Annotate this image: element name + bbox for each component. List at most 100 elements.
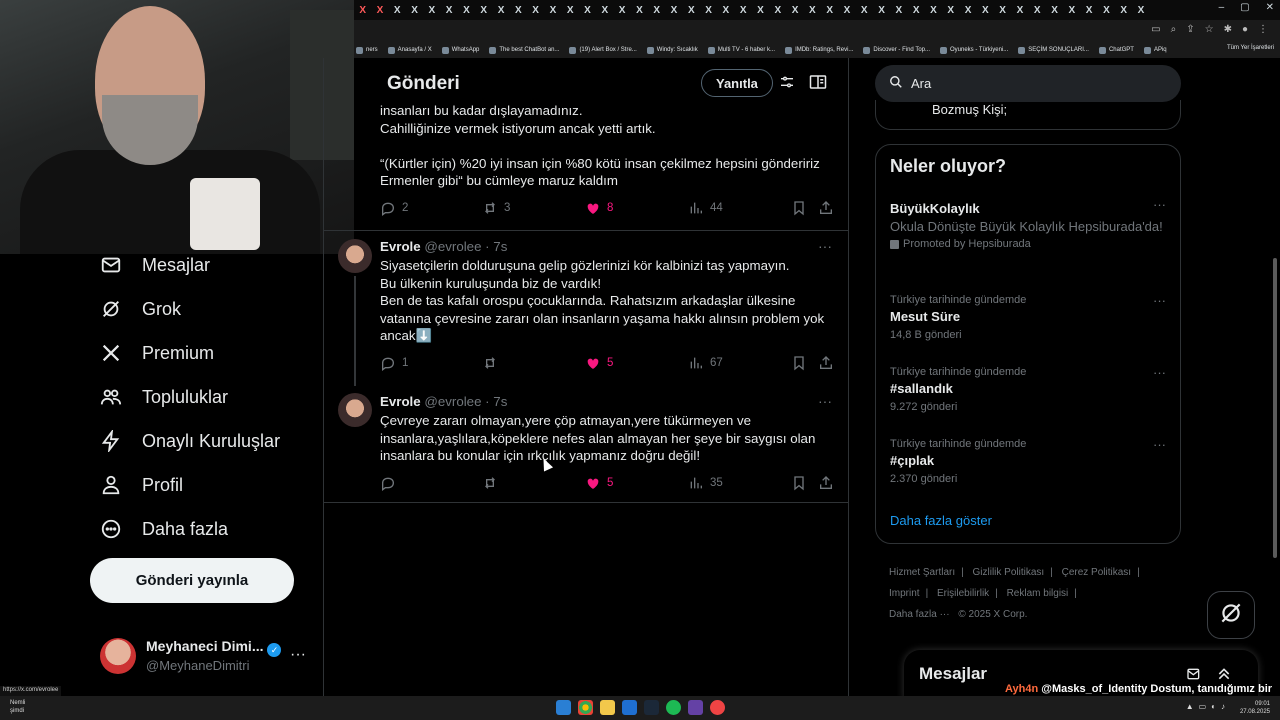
more-icon[interactable]: ··· (1153, 437, 1166, 452)
browser-tab[interactable]: X (1029, 5, 1046, 16)
system-tray[interactable]: ▲▭◐♪ (1186, 702, 1230, 711)
bookmark-item[interactable]: ners (356, 46, 378, 54)
address-bar[interactable]: ▭ ⌕ ⇪ ☆ ✱ ● ⋮ (354, 20, 1280, 42)
extensions-icon[interactable]: ✱ (1224, 24, 1232, 35)
bookmark-item[interactable]: Multi TV - 6 haber k... (707, 46, 775, 54)
trend-item[interactable]: Türkiye tarihinde gündemde Mesut Süre 14… (890, 293, 1170, 344)
share-action[interactable] (818, 475, 834, 491)
browser-tab[interactable]: X (562, 5, 579, 16)
browser-tab[interactable]: X (648, 5, 665, 16)
nav-verified-orgs[interactable]: Onaylı Kuruluşlar (100, 426, 280, 456)
windows-start-icon[interactable] (556, 700, 571, 715)
browser-tab[interactable]: X (579, 5, 596, 16)
browser-tab[interactable]: X (354, 5, 371, 16)
maximize-icon[interactable]: ▢ (1240, 2, 1249, 13)
nav-profile[interactable]: Profil (100, 470, 183, 500)
search-input[interactable]: Ara (875, 65, 1181, 102)
minimize-icon[interactable]: – (1219, 2, 1225, 13)
promoted-trend[interactable]: BüyükKolaylık Okula Dönüşte Büyük Kolayl… (890, 200, 1170, 253)
bookmark-item[interactable]: (19) Alert Box / Stre... (569, 46, 637, 54)
avatar[interactable] (338, 393, 372, 427)
zoom-icon[interactable]: ⌕ (1171, 24, 1177, 35)
bookmark-action[interactable] (791, 200, 807, 216)
views-action[interactable]: 44 (688, 200, 723, 216)
bookmark-item[interactable]: Anasayfa / X (387, 46, 432, 54)
grok-button[interactable] (1207, 591, 1255, 639)
browser-tab[interactable]: X (873, 5, 890, 16)
nav-grok[interactable]: Grok (100, 294, 181, 324)
show-more-link[interactable]: Daha fazla göster (890, 513, 992, 528)
bookmark-item[interactable]: SEÇİM SONUÇLARI... (1018, 46, 1089, 54)
share-action[interactable] (818, 200, 834, 216)
browser-tab[interactable]: X (389, 5, 406, 16)
browser-tab[interactable]: X (1063, 5, 1080, 16)
browser-tab[interactable]: X (1080, 5, 1097, 16)
more-icon[interactable]: ··· (818, 238, 832, 254)
all-bookmarks[interactable]: Tüm Yer İşaretleri (1227, 45, 1274, 51)
close-icon[interactable]: ✕ (1266, 2, 1274, 13)
avatar[interactable] (338, 239, 372, 273)
author-handle[interactable]: @evrolee (424, 239, 481, 254)
browser-tab[interactable]: X (1132, 5, 1149, 16)
tweet-time[interactable]: 7s (493, 394, 507, 409)
footer-link[interactable]: Reklam bilgisi (1007, 588, 1069, 599)
browser-tab[interactable]: X (440, 5, 457, 16)
repost-action[interactable]: 3 (482, 200, 510, 216)
weather-widget[interactable]: Nemli şimdi (10, 699, 25, 715)
footer-more-link[interactable]: Daha fazla ··· (889, 609, 950, 620)
trend-item[interactable]: Türkiye tarihinde gündemde #çıplak 2.370… (890, 437, 1170, 488)
browser-tab[interactable]: X (856, 5, 873, 16)
browser-tab[interactable]: X (786, 5, 803, 16)
star-icon[interactable]: ☆ (1205, 24, 1214, 35)
browser-tab[interactable]: X (700, 5, 717, 16)
nav-messages[interactable]: Mesajlar (100, 250, 210, 280)
views-action[interactable]: 35 (688, 475, 723, 491)
bookmark-item[interactable]: WhatsApp (441, 46, 479, 54)
share-icon[interactable]: ⇪ (1186, 24, 1194, 35)
browser-tab[interactable]: X (752, 5, 769, 16)
app-icon[interactable] (710, 700, 725, 715)
browser-tab[interactable]: X (510, 5, 527, 16)
nav-premium[interactable]: Premium (100, 338, 214, 368)
footer-link[interactable]: Çerez Politikası (1062, 567, 1131, 578)
footer-link[interactable]: Gizlilik Politikası (973, 567, 1045, 578)
account-switcher[interactable]: Meyhaneci Dimi... ✓ @MeyhaneDimitri ··· (100, 634, 315, 682)
cast-icon[interactable]: ▭ (1151, 24, 1160, 35)
browser-tab[interactable]: X (527, 5, 544, 16)
reply-action[interactable]: 1 (380, 355, 408, 371)
browser-tab[interactable]: X (735, 5, 752, 16)
filter-icon[interactable] (779, 74, 795, 93)
reply-button[interactable]: Yanıtla (701, 69, 773, 97)
browser-tab[interactable]: X (1011, 5, 1028, 16)
browser-tab[interactable]: X (683, 5, 700, 16)
reply-action[interactable] (380, 475, 402, 491)
bookmark-item[interactable]: ChatGPT (1098, 46, 1134, 54)
repost-action[interactable] (482, 355, 504, 371)
browser-tab[interactable]: X (1046, 5, 1063, 16)
browser-tab[interactable]: X (665, 5, 682, 16)
post-button[interactable]: Gönderi yayınla (90, 558, 294, 603)
bookmark-item[interactable]: Oyuneks - Türkiyeni... (940, 46, 1008, 54)
browser-tab[interactable]: X (613, 5, 630, 16)
footer-link[interactable]: Imprint (889, 588, 920, 599)
bookmark-item[interactable]: APiq (1143, 46, 1167, 54)
chrome-icon[interactable] (578, 700, 593, 715)
browser-tab[interactable]: X (804, 5, 821, 16)
nav-more[interactable]: Daha fazla (100, 514, 228, 544)
share-action[interactable] (818, 355, 834, 371)
browser-tab[interactable]: X (492, 5, 509, 16)
browser-tab[interactable]: X (821, 5, 838, 16)
reply-action[interactable]: 2 (380, 200, 408, 216)
app-icon[interactable] (622, 700, 637, 715)
author-name[interactable]: Evrole (380, 239, 421, 254)
bookmark-item[interactable]: Windy: Sıcaklık (646, 46, 698, 54)
bookmark-item[interactable]: The best ChatBot an... (489, 46, 559, 54)
like-action[interactable]: 5 (585, 475, 613, 491)
clock[interactable]: 09:01 27.08.2025 (1240, 700, 1270, 716)
tweet-time[interactable]: 7s (493, 239, 507, 254)
author-name[interactable]: Evrole (380, 394, 421, 409)
profile-icon[interactable]: ● (1242, 24, 1248, 35)
nav-communities[interactable]: Topluluklar (100, 382, 228, 412)
browser-tab[interactable]: X (475, 5, 492, 16)
like-action[interactable]: 5 (585, 355, 613, 371)
